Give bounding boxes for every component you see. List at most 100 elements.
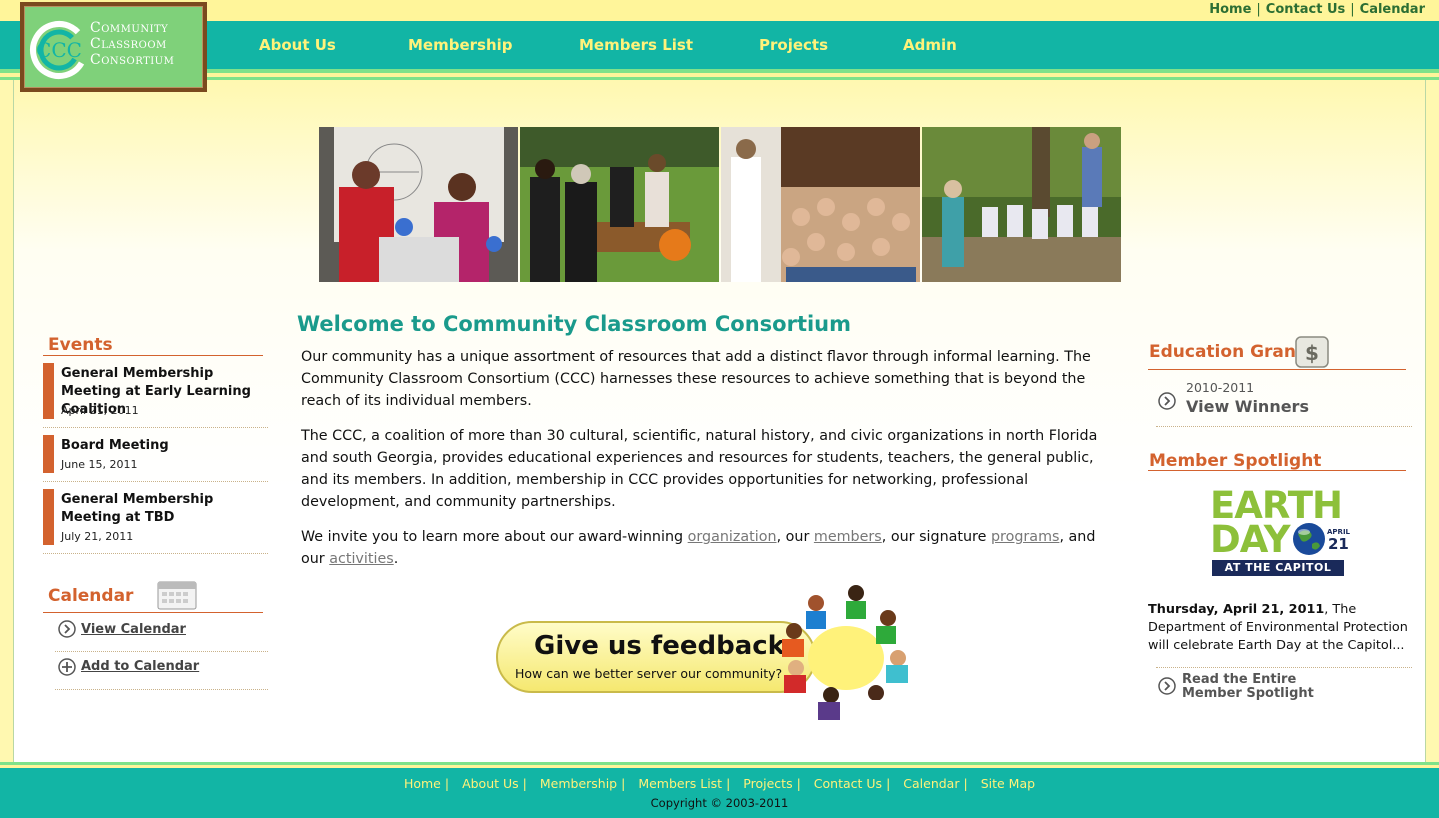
event-item[interactable]: Board Meeting June 15, 2011 <box>43 435 268 473</box>
utility-separator: | <box>1350 2 1355 17</box>
nav-members-list[interactable]: Members List <box>579 36 693 54</box>
read-spotlight-line-2: Member Spotlight <box>1182 686 1314 701</box>
activities-link[interactable]: activities <box>329 551 393 567</box>
event-divider <box>43 481 268 482</box>
spotlight-summary: Thursday, April 21, 2011, The Department… <box>1148 601 1413 655</box>
paragraph-text: We invite you to learn more about our aw… <box>301 529 688 545</box>
event-date: April 21, 2011 <box>61 404 139 417</box>
logo-panel: CCC Community Classroom Consortium <box>24 6 203 88</box>
globe-icon <box>1293 523 1325 555</box>
grant-years: 2010-2011 <box>1186 380 1255 395</box>
photo-students-stairs <box>721 127 920 282</box>
spotlight-divider <box>1148 470 1406 471</box>
event-divider <box>43 427 268 428</box>
main-nav <box>0 21 1439 69</box>
event-title[interactable]: General Membership Meeting at TBD <box>61 491 261 527</box>
calendar-heading: Calendar <box>48 586 134 606</box>
view-winners-link[interactable]: View Winners <box>1186 397 1309 416</box>
footer-members-list-link[interactable]: Members List <box>638 776 722 791</box>
grant-divider <box>1148 369 1406 370</box>
events-heading: Events <box>48 335 113 355</box>
footer-separator: | <box>726 776 731 791</box>
read-spotlight-link[interactable]: Read the Entire Member Spotlight <box>1182 673 1314 701</box>
feedback-title: Give us feedback <box>534 631 785 661</box>
education-grant-heading: Education Grant <box>1149 342 1305 362</box>
footer-separator: | <box>886 776 891 791</box>
event-date: July 21, 2011 <box>61 530 134 543</box>
logo-ccc-mark: CCC <box>30 21 88 79</box>
footer-membership-link[interactable]: Membership <box>540 776 617 791</box>
photo-forest-class <box>922 127 1121 282</box>
footer-separator: | <box>522 776 527 791</box>
members-link[interactable]: members <box>814 529 882 545</box>
programs-link[interactable]: programs <box>991 529 1059 545</box>
children-circle-illustration <box>782 585 908 720</box>
earth-day-date: 21 <box>1328 535 1349 553</box>
footer-separator: | <box>621 776 626 791</box>
event-item[interactable]: General Membership Meeting at Early Lear… <box>43 363 268 419</box>
member-spotlight-heading: Member Spotlight <box>1149 451 1322 471</box>
logo-line-3: Consortium <box>90 52 175 68</box>
calendar-link-divider <box>55 689 268 690</box>
logo-initials: CCC <box>36 38 82 62</box>
logo-wordmark: Community Classroom Consortium <box>90 20 174 68</box>
utility-home-link[interactable]: Home <box>1209 2 1251 17</box>
event-marker <box>43 363 54 419</box>
earth-day-logo[interactable]: EARTH DAY APRIL 21 AT THE CAPITOL <box>1208 487 1350 580</box>
paragraph-text: , our signature <box>881 529 991 545</box>
footer-contact-link[interactable]: Contact Us <box>814 776 882 791</box>
copyright: Copyright © 2003-2011 <box>650 796 789 810</box>
grant-link-divider <box>1156 426 1412 427</box>
footer-calendar-link[interactable]: Calendar <box>903 776 959 791</box>
event-title[interactable]: Board Meeting <box>61 437 261 455</box>
utility-calendar-link[interactable]: Calendar <box>1360 2 1425 17</box>
intro-paragraph-1: Our community has a unique assortment of… <box>301 349 1091 409</box>
plus-circle-icon[interactable] <box>58 658 76 676</box>
earth-day-banner: AT THE CAPITOL <box>1212 560 1344 576</box>
logo-line-2: Classroom <box>90 36 167 52</box>
nav-admin[interactable]: Admin <box>903 36 957 54</box>
calendar-link-divider <box>55 651 268 652</box>
calendar-divider <box>43 612 263 613</box>
footer-projects-link[interactable]: Projects <box>743 776 792 791</box>
feedback-subtitle: How can we better server our community? <box>515 666 783 681</box>
intro-paragraph-2: The CCC, a coalition of more than 30 cul… <box>301 428 1098 510</box>
event-date: June 15, 2011 <box>61 458 138 471</box>
arrow-circle-icon[interactable] <box>1158 677 1176 695</box>
page-title: Welcome to Community Classroom Consortiu… <box>297 312 852 336</box>
footer-home-link[interactable]: Home <box>404 776 441 791</box>
paragraph-text: , our <box>776 529 814 545</box>
organization-link[interactable]: organization <box>688 529 777 545</box>
footer: Home | About Us | Membership | Members List… <box>0 768 1439 818</box>
utility-separator: | <box>1256 2 1261 17</box>
footer-about-link[interactable]: About Us <box>462 776 519 791</box>
nav-projects[interactable]: Projects <box>759 36 828 54</box>
nav-about-us[interactable]: About Us <box>259 36 336 54</box>
paragraph-text: . <box>393 551 399 567</box>
intro-paragraph-3: We invite you to learn more about our aw… <box>301 526 1111 570</box>
photo-garden-gathering <box>520 127 719 282</box>
site-logo[interactable]: CCC Community Classroom Consortium <box>20 2 207 92</box>
footer-separator: | <box>796 776 801 791</box>
footer-links: Home | About Us | Membership | Members List… <box>0 776 1439 791</box>
feedback-banner[interactable]: Give us feedback How can we better serve… <box>496 583 916 723</box>
arrow-circle-icon[interactable] <box>58 620 76 638</box>
logo-line-1: Community <box>90 20 169 36</box>
nav-membership[interactable]: Membership <box>408 36 513 54</box>
event-marker <box>43 435 54 473</box>
view-calendar-link[interactable]: View Calendar <box>81 622 186 637</box>
add-to-calendar-link[interactable]: Add to Calendar <box>81 659 199 674</box>
photo-lab-demo <box>319 127 518 282</box>
calendar-icon <box>157 581 197 610</box>
dollar-icon: $ <box>1295 336 1329 368</box>
event-divider <box>43 553 268 554</box>
spotlight-date: Thursday, April 21, 2011 <box>1148 602 1325 617</box>
arrow-circle-icon[interactable] <box>1158 392 1176 410</box>
svg-text:$: $ <box>1305 341 1319 365</box>
event-marker <box>43 489 54 545</box>
footer-site-map-link[interactable]: Site Map <box>981 776 1035 791</box>
event-item[interactable]: General Membership Meeting at TBD July 2… <box>43 489 268 545</box>
spotlight-text-divider <box>1156 667 1412 668</box>
utility-contact-link[interactable]: Contact Us <box>1266 2 1345 17</box>
earth-day-line-2: DAY <box>1210 518 1291 561</box>
